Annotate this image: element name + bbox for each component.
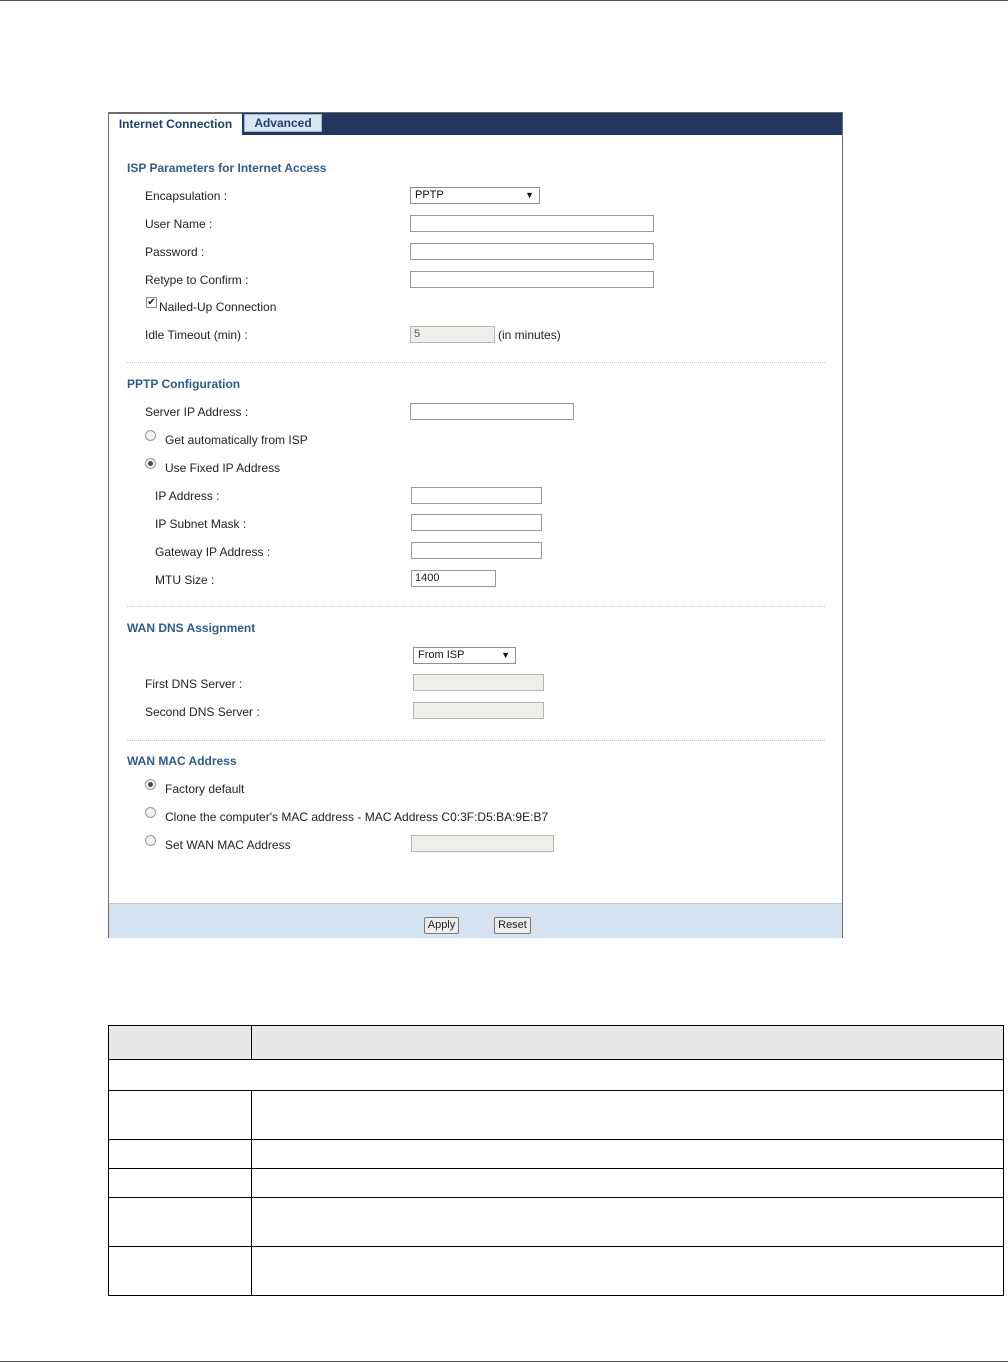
ip-address-label: IP Address : [155,489,220,503]
table-cell [108,1090,252,1140]
clone-mac-radio[interactable] [145,807,156,818]
subnet-mask-label: IP Subnet Mask : [155,517,247,531]
tab-bar: Internet Connection Advanced [109,113,842,135]
set-wan-mac-label: Set WAN MAC Address [165,838,291,852]
ip-address-field[interactable] [411,487,542,504]
get-automatically-radio[interactable] [145,430,156,441]
factory-default-radio[interactable] [145,779,156,790]
encapsulation-select[interactable]: PPTP ▼ [410,187,540,204]
table-cell [251,1139,1004,1169]
pptp-section-title: PPTP Configuration [127,377,241,391]
dns-assignment-select[interactable]: From ISP ▼ [413,647,516,664]
first-dns-label: First DNS Server : [145,677,243,691]
retype-field[interactable] [410,271,654,288]
internet-connection-panel: Internet Connection Advanced ISP Paramet… [108,112,843,938]
checkmark-icon: ✔ [147,297,156,308]
second-dns-field[interactable] [413,702,544,719]
idle-timeout-unit: (in minutes) [498,328,561,342]
divider [127,740,825,741]
username-label: User Name : [145,217,213,231]
use-fixed-ip-radio[interactable] [145,458,156,469]
dns-section-title: WAN DNS Assignment [127,621,256,635]
set-wan-mac-radio[interactable] [145,835,156,846]
tab-internet-connection[interactable]: Internet Connection [109,113,242,135]
mtu-size-field[interactable]: 1400 [411,570,496,587]
top-rule [0,0,1008,1]
encapsulation-label: Encapsulation : [145,189,228,203]
table-row [108,1246,1004,1296]
table-cell [108,1197,252,1247]
table-header-cell [108,1025,252,1060]
subnet-mask-field[interactable] [411,514,542,531]
server-ip-field[interactable] [410,403,574,420]
idle-timeout-label: Idle Timeout (min) : [145,328,248,342]
apply-button[interactable]: Apply [424,917,459,934]
field-description-table [108,1025,1004,1296]
gateway-ip-field[interactable] [411,542,542,559]
table-row [108,1139,1004,1169]
table-cell [108,1059,1004,1091]
chevron-down-icon: ▼ [525,190,534,200]
table-cell [251,1197,1004,1247]
table-header-row [108,1025,1004,1060]
encapsulation-value: PPTP [415,189,444,201]
table-cell [108,1168,252,1198]
table-row [108,1168,1004,1198]
isp-section-title: ISP Parameters for Internet Access [127,161,327,175]
table-row [108,1059,1004,1091]
gateway-ip-label: Gateway IP Address : [155,545,271,559]
factory-default-label: Factory default [165,782,245,796]
divider [127,606,825,607]
reset-button[interactable]: Reset [494,917,531,934]
idle-timeout-field[interactable]: 5 [410,326,495,343]
table-cell [251,1246,1004,1296]
table-cell [108,1246,252,1296]
server-ip-label: Server IP Address : [145,405,249,419]
dns-assignment-value: From ISP [418,649,465,661]
table-row [108,1090,1004,1140]
mac-section-title: WAN MAC Address [127,754,237,768]
table-cell [251,1168,1004,1198]
bottom-rule [0,1361,1008,1362]
second-dns-label: Second DNS Server : [145,705,260,719]
retype-label: Retype to Confirm : [145,273,249,287]
password-label: Password : [145,245,205,259]
button-bar: Apply Reset [109,903,842,938]
mtu-size-label: MTU Size : [155,573,215,587]
username-field[interactable] [410,215,654,232]
nailed-up-label: Nailed-Up Connection [159,300,277,314]
use-fixed-ip-label: Use Fixed IP Address [165,461,281,475]
table-cell [251,1090,1004,1140]
tab-advanced[interactable]: Advanced [244,114,322,132]
get-automatically-label: Get automatically from ISP [165,433,308,447]
divider [127,362,825,363]
table-header-cell [251,1025,1004,1060]
table-cell [108,1139,252,1169]
nailed-up-checkbox[interactable]: ✔ [146,297,157,308]
chevron-down-icon: ▼ [501,650,510,660]
password-field[interactable] [410,243,654,260]
set-wan-mac-field[interactable] [411,835,554,852]
first-dns-field[interactable] [413,674,544,691]
table-row [108,1197,1004,1247]
clone-mac-label: Clone the computer's MAC address - MAC A… [165,810,549,824]
